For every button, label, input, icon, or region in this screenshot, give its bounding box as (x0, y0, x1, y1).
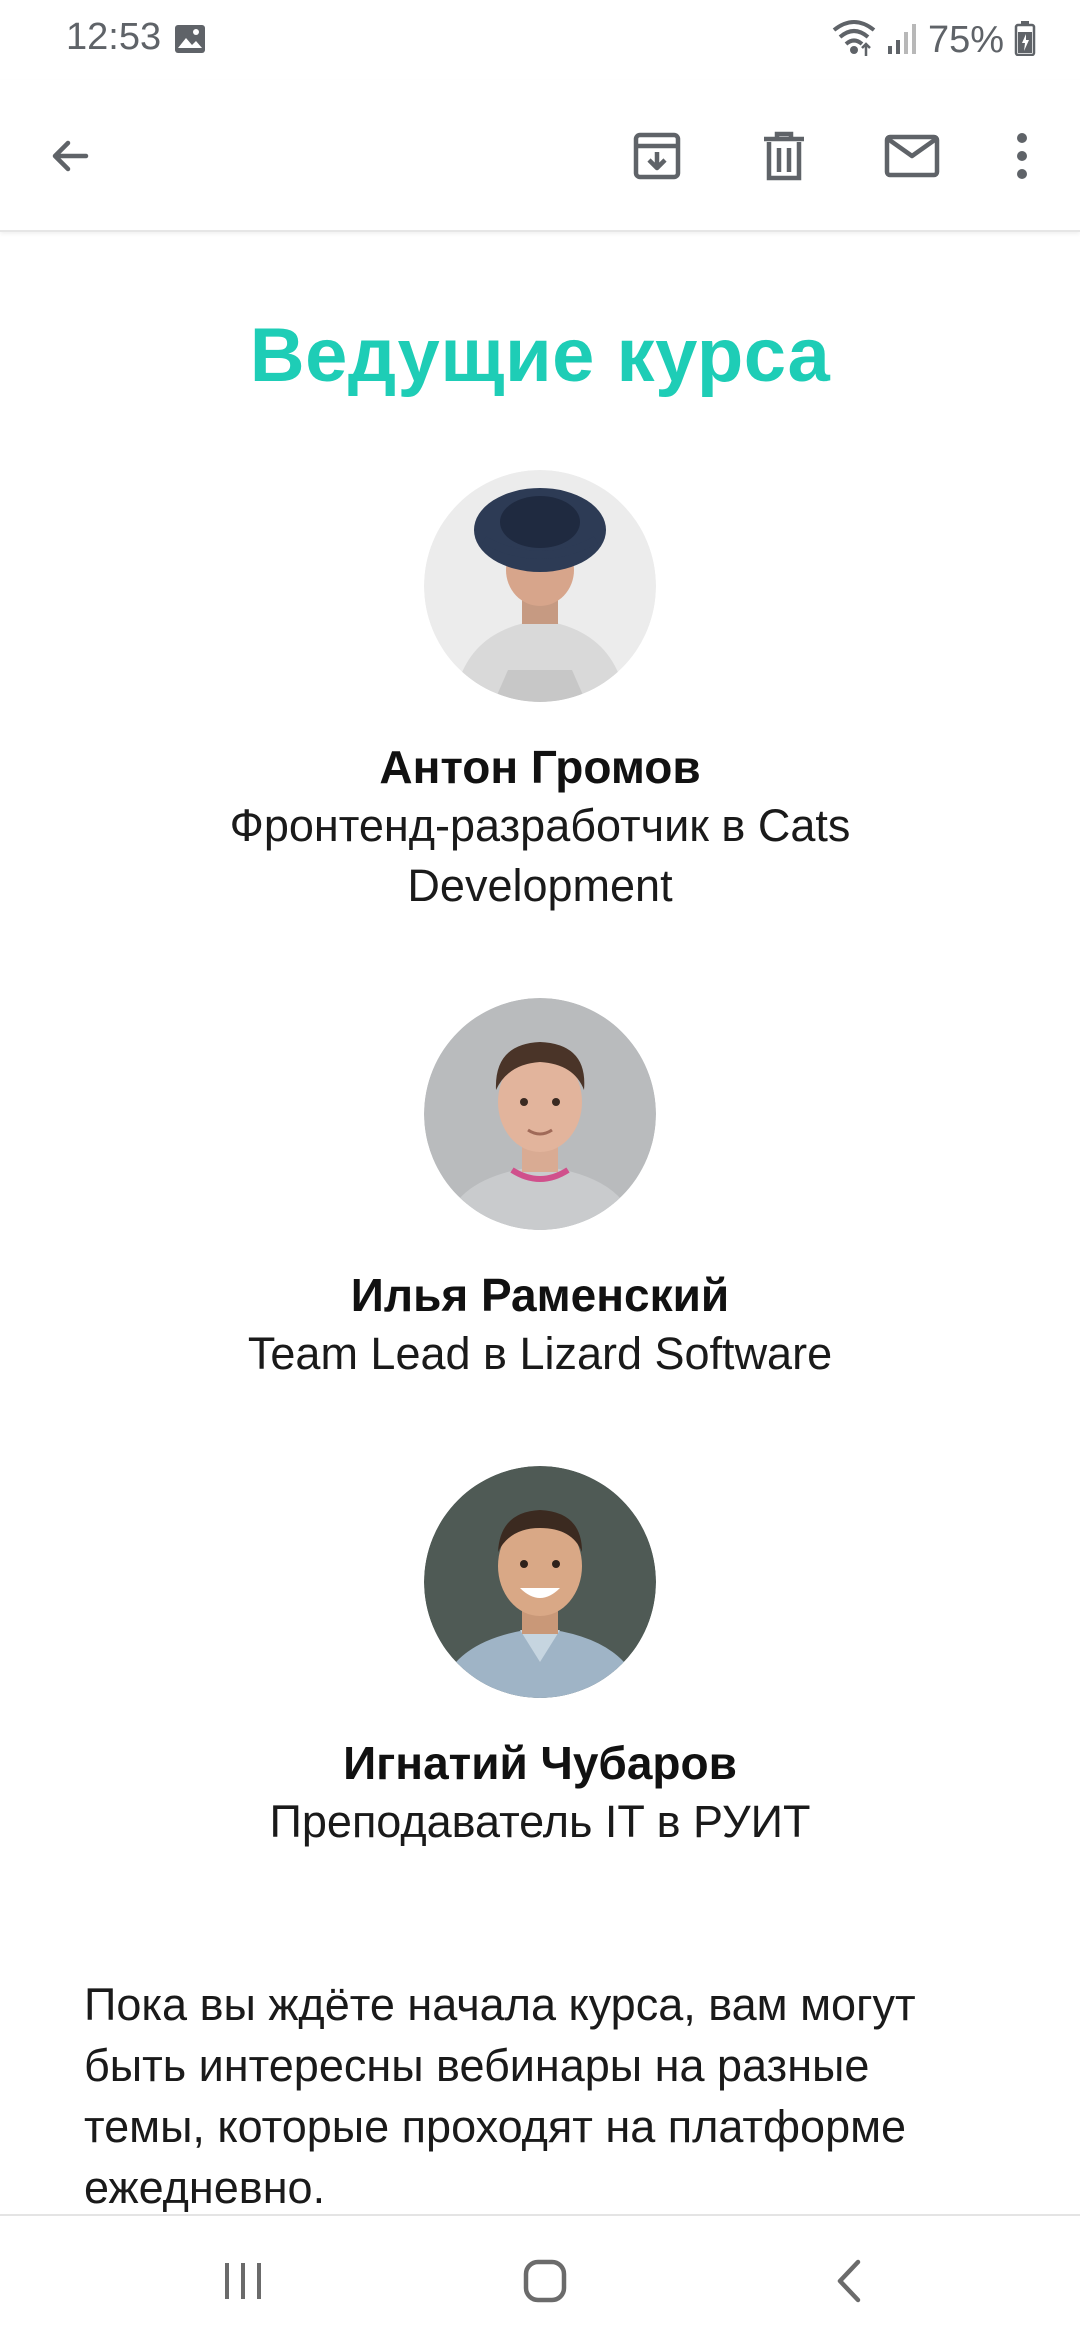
webinars-paragraph: Пока вы ждёте начала курса, вам могут бы… (84, 1979, 916, 2213)
teacher-name: Игнатий Чубаров (343, 1737, 737, 1789)
navigation-bar (0, 2214, 1080, 2340)
recents-icon (225, 2263, 261, 2299)
gallery-icon (174, 24, 206, 54)
mark-unread-button[interactable] (872, 116, 952, 196)
teacher-name: Илья Раменский (350, 1269, 730, 1321)
recents-button[interactable] (198, 2236, 288, 2326)
app-bar (0, 80, 1080, 232)
teacher-card: Илья Раменский Team Lead в Lizard Softwa… (0, 998, 1080, 1384)
teacher-name: Антон Громов (379, 741, 701, 793)
arrow-back-icon (52, 140, 89, 172)
status-right: 75% (832, 14, 1036, 66)
delete-icon (764, 131, 804, 181)
signal-icon (886, 20, 918, 61)
battery-icon (1014, 20, 1036, 61)
back-button[interactable] (30, 116, 110, 196)
avatar (424, 1466, 656, 1698)
status-bar: 12:53 75% (0, 0, 1080, 80)
home-button[interactable] (500, 2236, 590, 2326)
back-icon (837, 2259, 861, 2303)
screen: 12:53 75% Ведущие курса Антон Громов Фро… (0, 0, 1080, 2340)
mail-unread-icon (884, 134, 940, 178)
status-time: 12:53 (66, 16, 162, 58)
avatar (424, 470, 656, 702)
more-options-button[interactable] (982, 116, 1062, 196)
more-vert-icon (1017, 133, 1027, 179)
teacher-card: Игнатий Чубаров Преподаватель IT в РУИТ (0, 1466, 1080, 1852)
delete-button[interactable] (744, 116, 824, 196)
teacher-card: Антон Громов Фронтенд-разработчик в Cats… (0, 470, 1080, 916)
archive-icon (633, 132, 681, 180)
section-title: Ведущие курса (249, 313, 831, 398)
teacher-role: Фронтенд-разработчик в Cats Development (229, 800, 851, 911)
home-icon (523, 2259, 567, 2303)
teacher-role: Преподаватель IT в РУИТ (269, 1796, 811, 1847)
system-back-button[interactable] (804, 2236, 894, 2326)
archive-button[interactable] (617, 116, 697, 196)
wifi-icon (832, 18, 876, 63)
battery-percent: 75% (927, 18, 1004, 61)
email-body: Ведущие курса Антон Громов Фронтенд-разр… (0, 232, 1080, 2214)
teacher-role: Team Lead в Lizard Software (247, 1328, 833, 1379)
avatar (424, 998, 656, 1230)
